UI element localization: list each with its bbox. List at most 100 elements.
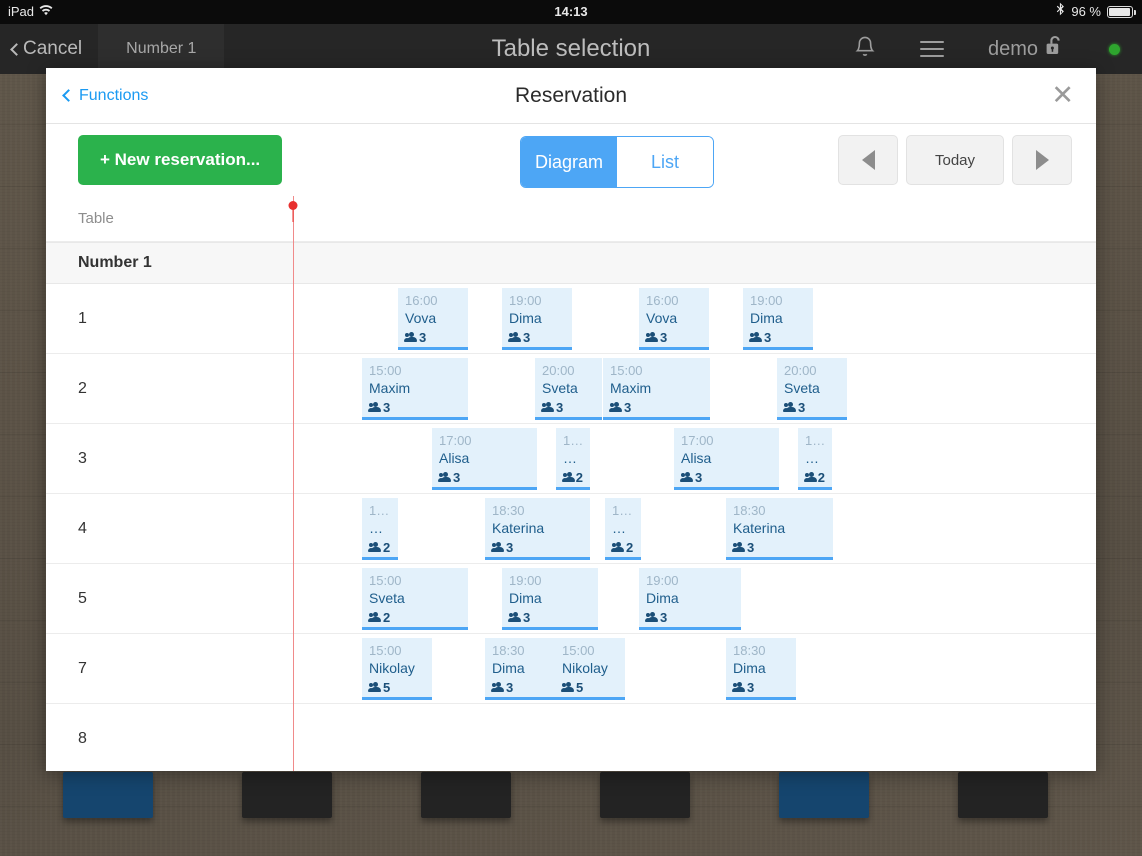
reservation-card[interactable]: 15:00Nikolay5 xyxy=(362,638,432,700)
reservation-guest-name: Vova xyxy=(646,310,702,328)
close-button[interactable]: ✕ xyxy=(1051,82,1096,109)
reservation-time: 16:00 xyxy=(646,293,702,309)
people-icon xyxy=(439,472,452,483)
restaurant-table-shape[interactable] xyxy=(421,772,511,818)
table-row-label: 4 xyxy=(78,520,87,538)
reservation-guest-name: Dima xyxy=(509,590,591,608)
reservation-guest-name: … xyxy=(612,520,634,538)
hamburger-menu-icon xyxy=(920,41,944,57)
modal-title: Reservation xyxy=(46,84,1096,108)
table-row: 215:00Maxim320:00Sveta315:00Maxim320:00S… xyxy=(46,354,1096,424)
reservation-card[interactable]: 1……2 xyxy=(798,428,832,490)
restaurant-table-shape[interactable] xyxy=(242,772,332,818)
today-button[interactable]: Today xyxy=(906,135,1004,185)
reservation-card[interactable]: 19:00Dima3 xyxy=(639,568,741,630)
reservation-card[interactable]: 17:00Alisa3 xyxy=(432,428,537,490)
reservation-guest-name: Maxim xyxy=(610,380,703,398)
previous-day-button[interactable] xyxy=(838,135,898,185)
reservation-guest-number: 3 xyxy=(660,330,667,346)
reservation-guest-number: 3 xyxy=(624,400,631,416)
reservation-guest-count: 3 xyxy=(439,470,530,486)
table-row: 41……218:30Katerina31……218:30Katerina3 xyxy=(46,494,1096,564)
reservation-guest-number: 3 xyxy=(523,330,530,346)
reservation-time: 19:00 xyxy=(509,293,565,309)
reservation-card[interactable]: 15:00Maxim3 xyxy=(603,358,710,420)
view-mode-list[interactable]: List xyxy=(617,137,713,187)
reservation-card[interactable]: 19:00Dima3 xyxy=(743,288,813,350)
table-row-label: 3 xyxy=(78,450,87,468)
reservation-time: 1… xyxy=(805,433,825,449)
reservation-card[interactable]: 17:00Alisa3 xyxy=(674,428,779,490)
reservation-guest-name: Sveta xyxy=(369,590,461,608)
back-to-functions-button[interactable]: Functions xyxy=(46,87,148,105)
next-day-button[interactable] xyxy=(1012,135,1072,185)
reservation-guest-count: 2 xyxy=(369,540,391,556)
people-icon xyxy=(646,612,659,623)
reservation-card[interactable]: 19:00Dima3 xyxy=(502,288,572,350)
reservation-guest-count: 3 xyxy=(733,680,789,696)
view-mode-diagram[interactable]: Diagram xyxy=(521,137,617,187)
reservation-card[interactable]: 18:30Dima3 xyxy=(726,638,796,700)
reservation-guest-name: Katerina xyxy=(733,520,826,538)
reservation-card[interactable]: 18:30Dima3 xyxy=(485,638,555,700)
table-row-label: 1 xyxy=(78,310,87,328)
table-row: 8 xyxy=(46,704,1096,771)
reservation-time: 19:00 xyxy=(646,573,734,589)
reservation-card[interactable]: 15:00Sveta2 xyxy=(362,568,468,630)
tab-number-1-label: Number 1 xyxy=(126,40,196,58)
notifications-button[interactable] xyxy=(832,24,898,74)
reservation-time: 1… xyxy=(369,503,391,519)
table-group-label: Number 1 xyxy=(46,254,152,272)
previous-arrow-icon xyxy=(862,150,875,170)
reservation-guest-number: 3 xyxy=(419,330,426,346)
reservation-card[interactable]: 15:00Nikolay5 xyxy=(555,638,625,700)
timeline-rows: 116:00Vova319:00Dima316:00Vova319:00Dima… xyxy=(46,284,1096,771)
restaurant-table-shape[interactable] xyxy=(600,772,690,818)
connection-status-button[interactable] xyxy=(1087,24,1142,74)
reservation-card[interactable]: 20:00Sveta3 xyxy=(535,358,602,420)
date-navigation: Today xyxy=(838,135,1072,185)
restaurant-table-shape[interactable] xyxy=(779,772,869,818)
reservation-guest-name: Nikolay xyxy=(562,660,618,678)
cancel-button[interactable]: Cancel xyxy=(0,38,98,60)
table-row: 317:00Alisa31……217:00Alisa31……2 xyxy=(46,424,1096,494)
reservation-timeline[interactable]: Table Number 1 116:00Vova319:00Dima316:0… xyxy=(46,196,1096,771)
back-label: Functions xyxy=(79,87,148,105)
people-icon xyxy=(369,612,382,623)
back-chevron-icon xyxy=(10,43,23,56)
restaurant-table-shape[interactable] xyxy=(958,772,1048,818)
new-reservation-button[interactable]: + New reservation... xyxy=(78,135,282,185)
table-group-header: Number 1 xyxy=(46,242,1096,284)
battery-percent-label: 96 % xyxy=(1071,0,1101,24)
people-icon xyxy=(563,472,575,483)
reservation-card[interactable]: 19:00Dima3 xyxy=(502,568,598,630)
menu-button[interactable] xyxy=(898,24,966,74)
reservation-card[interactable]: 1……2 xyxy=(605,498,641,560)
reservation-time: 19:00 xyxy=(509,573,591,589)
wifi-icon xyxy=(39,0,53,24)
reservation-card[interactable]: 16:00Vova3 xyxy=(398,288,468,350)
tab-number-1[interactable]: Number 1 xyxy=(98,24,224,74)
reservation-time: 19:00 xyxy=(750,293,806,309)
user-account-button[interactable]: demo xyxy=(966,24,1087,74)
people-icon xyxy=(369,682,382,693)
timeline-column-header: Table xyxy=(46,196,1096,242)
ios-status-bar: iPad 14:13 96 % xyxy=(0,0,1142,24)
reservation-card[interactable]: 1……2 xyxy=(362,498,398,560)
people-icon xyxy=(509,612,522,623)
reservation-card[interactable]: 16:00Vova 3 xyxy=(639,288,709,350)
reservation-card[interactable]: 20:00Sveta3 xyxy=(777,358,847,420)
table-row-label: 5 xyxy=(78,590,87,608)
reservation-card[interactable]: 15:00Maxim3 xyxy=(362,358,468,420)
reservation-card[interactable]: 18:30Katerina3 xyxy=(726,498,833,560)
reservation-time: 15:00 xyxy=(562,643,618,659)
reservation-guest-number: 3 xyxy=(747,540,754,556)
reservation-guest-number: 3 xyxy=(556,400,563,416)
bluetooth-icon xyxy=(1056,0,1065,24)
reservation-card[interactable]: 18:30Katerina3 xyxy=(485,498,590,560)
restaurant-table-shape[interactable] xyxy=(63,772,153,818)
people-icon xyxy=(612,542,625,553)
reservation-guest-name: Dima xyxy=(646,590,734,608)
reservation-card[interactable]: 1……2 xyxy=(556,428,590,490)
people-icon xyxy=(733,542,746,553)
